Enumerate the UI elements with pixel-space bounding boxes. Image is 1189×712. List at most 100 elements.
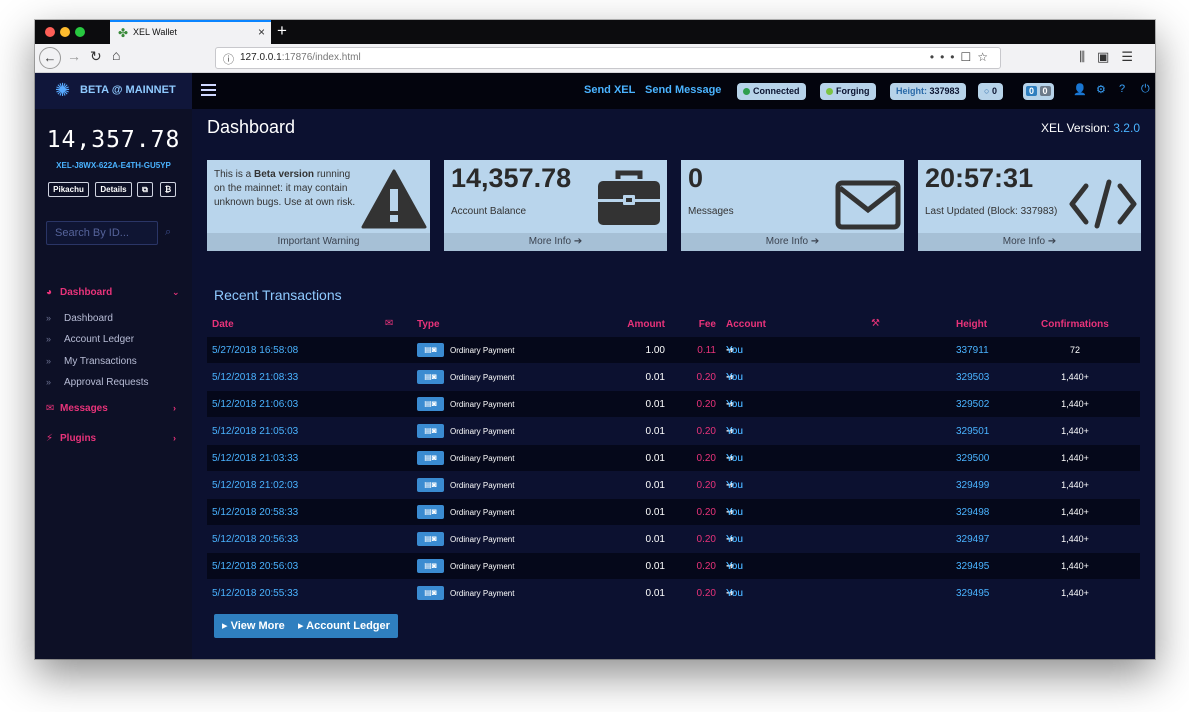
tx-to-link[interactable]: You: [726, 480, 743, 491]
close-tab-icon[interactable]: ×: [258, 25, 265, 39]
search-icon[interactable]: ⌕: [165, 226, 171, 239]
table-row[interactable]: 5/12/2018 20:58:33 ▤◙ Ordinary Payment 0.01…: [207, 499, 1140, 525]
table-row[interactable]: 5/12/2018 21:06:03 ▤◙ Ordinary Payment 0.01…: [207, 391, 1140, 417]
reload-button[interactable]: ↻: [90, 48, 102, 65]
tx-date-link[interactable]: 5/12/2018 20:58:33: [212, 507, 298, 518]
column-amount[interactable]: Amount: [627, 319, 665, 330]
page-title: Dashboard: [207, 117, 296, 137]
sidebar-subitem-my-transactions[interactable]: » My Transactions: [46, 356, 137, 367]
envelope-icon[interactable]: ✉: [385, 318, 393, 329]
tx-height-link[interactable]: 329502: [956, 399, 989, 410]
gear-icon[interactable]: ⚙: [1096, 83, 1106, 96]
tx-date-link[interactable]: 5/27/2018 16:58:08: [212, 345, 298, 356]
page-actions-icon[interactable]: •••☐☆: [930, 50, 994, 64]
send-xel-link[interactable]: Send XEL: [584, 84, 635, 96]
brand[interactable]: ✺ BETA @ MAINNET: [35, 73, 192, 109]
warning-card: This is a Beta version running on the ma…: [207, 160, 430, 251]
url-bar[interactable]: ⓘ 127.0.0.1:17876/index.html •••☐☆: [215, 47, 1001, 69]
tx-height-link[interactable]: 329503: [956, 372, 989, 383]
maximize-window-button[interactable]: [75, 27, 85, 37]
tx-height-link[interactable]: 329501: [956, 426, 989, 437]
version-value[interactable]: 3.2.0: [1113, 121, 1140, 135]
tx-to-link[interactable]: You: [726, 372, 743, 383]
table-row[interactable]: 5/12/2018 20:55:33 ▤◙ Ordinary Payment 0.01…: [207, 580, 1140, 606]
table-row[interactable]: 5/12/2018 21:02:03 ▤◙ Ordinary Payment 0.01…: [207, 472, 1140, 498]
tx-to-link[interactable]: You: [726, 399, 743, 410]
sidebar-subitem-approval-requests[interactable]: » Approval Requests: [46, 377, 149, 388]
height-badge[interactable]: Height: 337983: [890, 83, 966, 100]
bitcoin-icon[interactable]: ₿: [160, 182, 176, 197]
table-row[interactable]: 5/12/2018 20:56:33 ▤◙ Ordinary Payment 0.01…: [207, 526, 1140, 552]
back-button[interactable]: ←: [39, 47, 61, 69]
connected-status-badge[interactable]: Connected: [737, 83, 806, 100]
account-name-button[interactable]: Pikachu: [48, 182, 89, 197]
search-input[interactable]: [47, 222, 157, 244]
column-type[interactable]: Type: [417, 319, 440, 330]
account-ledger-button[interactable]: ▸ Account Ledger: [290, 614, 398, 638]
tx-date-link[interactable]: 5/12/2018 20:55:33: [212, 588, 298, 599]
column-height[interactable]: Height: [956, 319, 987, 330]
tx-date-link[interactable]: 5/12/2018 20:56:03: [212, 561, 298, 572]
home-button[interactable]: ⌂: [112, 47, 120, 63]
tx-date-link[interactable]: 5/12/2018 20:56:33: [212, 534, 298, 545]
table-row[interactable]: 5/12/2018 20:56:03 ▤◙ Ordinary Payment 0.01…: [207, 553, 1140, 579]
tx-to-link[interactable]: You: [726, 453, 743, 464]
column-date[interactable]: Date: [212, 319, 234, 330]
tx-to-link[interactable]: You: [726, 426, 743, 437]
table-row[interactable]: 5/12/2018 21:03:33 ▤◙ Ordinary Payment 0.01…: [207, 445, 1140, 471]
tx-date-link[interactable]: 5/12/2018 21:05:03: [212, 426, 298, 437]
tx-to-link[interactable]: You: [726, 534, 743, 545]
tx-height-link[interactable]: 329495: [956, 561, 989, 572]
hamburger-menu-icon[interactable]: [201, 84, 216, 96]
gavel-icon[interactable]: ⚒: [871, 318, 880, 329]
tx-height-link[interactable]: 337911: [956, 345, 989, 356]
tx-date-link[interactable]: 5/12/2018 21:02:03: [212, 480, 298, 491]
sidebar-subitem-account-ledger[interactable]: » Account Ledger: [46, 334, 134, 345]
close-window-button[interactable]: [45, 27, 55, 37]
url-text[interactable]: 127.0.0.1:17876/index.html: [240, 52, 361, 63]
new-tab-icon[interactable]: +: [277, 21, 287, 41]
forging-status-badge[interactable]: Forging: [820, 83, 876, 100]
tx-date-link[interactable]: 5/12/2018 21:03:33: [212, 453, 298, 464]
more-info-link[interactable]: More Info ➔: [918, 233, 1141, 251]
sidebar-subitem-dashboard[interactable]: » Dashboard: [46, 313, 113, 324]
user-icon[interactable]: 👤: [1073, 83, 1087, 96]
sidebar-item-dashboard[interactable]: ◕ Dashboard ⌄: [46, 287, 180, 298]
table-row[interactable]: 5/12/2018 21:08:33 ▤◙ Ordinary Payment 0.01…: [207, 364, 1140, 390]
copy-icon[interactable]: ⧉: [137, 182, 153, 197]
more-info-link[interactable]: More Info ➔: [444, 233, 667, 251]
sidebar-item-plugins[interactable]: ⚡ Plugins ›: [46, 433, 176, 444]
help-icon[interactable]: ?: [1119, 83, 1125, 95]
send-message-link[interactable]: Send Message: [645, 84, 721, 96]
warning-card-footer: Important Warning: [207, 233, 430, 251]
tx-date-link[interactable]: 5/12/2018 21:08:33: [212, 372, 298, 383]
unconfirmed-counter[interactable]: ○ 0: [978, 83, 1003, 100]
tx-height-link[interactable]: 329497: [956, 534, 989, 545]
details-button[interactable]: Details: [95, 182, 132, 197]
browser-menu-icons[interactable]: ⫼▣☰: [1079, 49, 1145, 65]
account-address[interactable]: XEL-J8WX-622A-E4TH-GU5YP: [35, 161, 192, 170]
info-icon[interactable]: ⓘ: [223, 51, 234, 67]
tx-to-link[interactable]: You: [726, 507, 743, 518]
tx-date-link[interactable]: 5/12/2018 21:06:03: [212, 399, 298, 410]
sidebar-item-messages[interactable]: ✉ Messages ›: [46, 403, 176, 414]
table-row[interactable]: 5/27/2018 16:58:08 ▤◙ Ordinary Payment 1.00…: [207, 337, 1140, 363]
column-confirmations[interactable]: Confirmations: [1041, 319, 1109, 330]
tx-to-link[interactable]: You: [726, 345, 743, 356]
table-row[interactable]: 5/12/2018 21:05:03 ▤◙ Ordinary Payment 0.01…: [207, 418, 1140, 444]
tx-to-link[interactable]: You: [726, 588, 743, 599]
column-fee[interactable]: Fee: [699, 319, 716, 330]
browser-tab[interactable]: ✤ XEL Wallet ×: [110, 20, 271, 44]
forward-button[interactable]: →: [67, 48, 81, 64]
minimize-window-button[interactable]: [60, 27, 70, 37]
power-icon[interactable]: ⏻: [1141, 83, 1150, 96]
tx-height-link[interactable]: 329495: [956, 588, 989, 599]
tx-height-link[interactable]: 329498: [956, 507, 989, 518]
view-more-button[interactable]: ▸ View More: [214, 614, 293, 638]
more-info-link[interactable]: More Info ➔: [681, 233, 904, 251]
column-account[interactable]: Account: [726, 319, 766, 330]
message-counter[interactable]: 0 0: [1023, 83, 1054, 100]
tx-height-link[interactable]: 329500: [956, 453, 989, 464]
tx-height-link[interactable]: 329499: [956, 480, 989, 491]
tx-to-link[interactable]: You: [726, 561, 743, 572]
